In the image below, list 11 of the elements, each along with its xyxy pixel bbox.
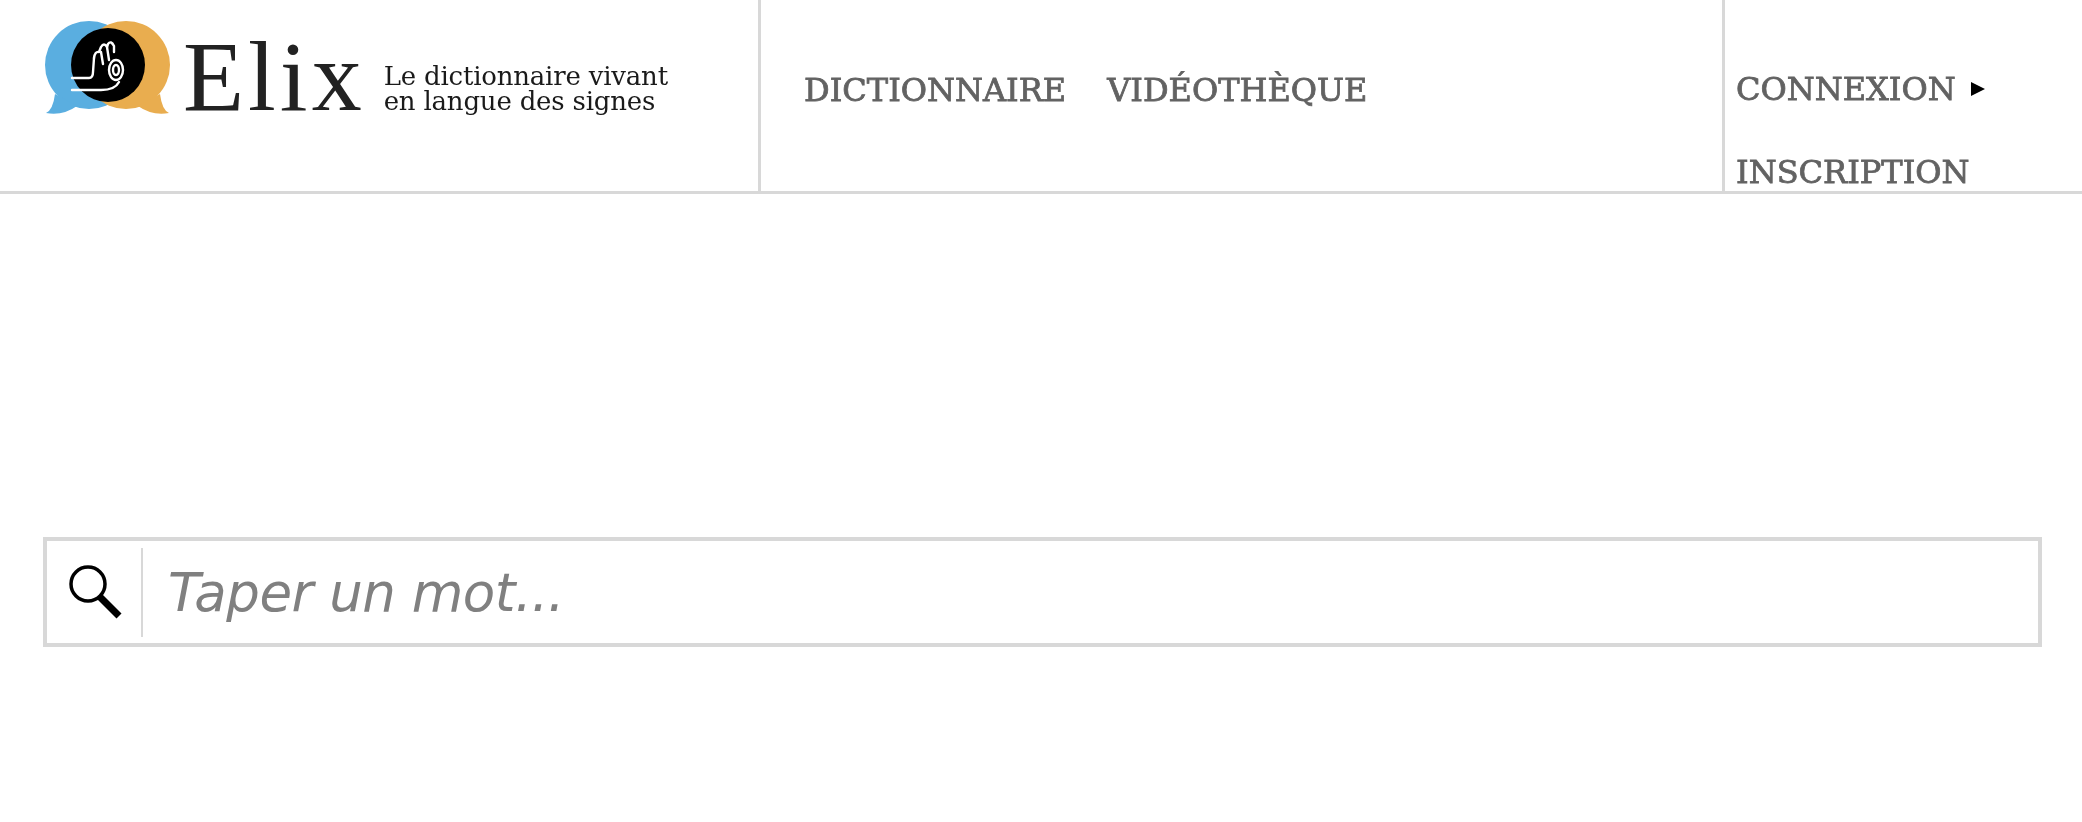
- account-link[interactable]: CONNEXION: [1736, 73, 1985, 105]
- search-bar[interactable]: Taper un mot...: [43, 537, 2042, 647]
- nav-link[interactable]: DICTIONNAIRE: [804, 74, 1067, 106]
- account-link[interactable]: INSCRIPTION: [1736, 156, 1970, 188]
- tagline: Le dictionnaire vivant: [383, 64, 668, 89]
- search-input[interactable]: Taper un mot...: [168, 560, 2018, 624]
- tagline: en langue des signes: [383, 89, 657, 114]
- caret-icon: [1970, 82, 1985, 96]
- logo-icon[interactable]: [45, 20, 170, 116]
- search-icon: [68, 564, 123, 620]
- site-name: Elix: [183, 27, 366, 127]
